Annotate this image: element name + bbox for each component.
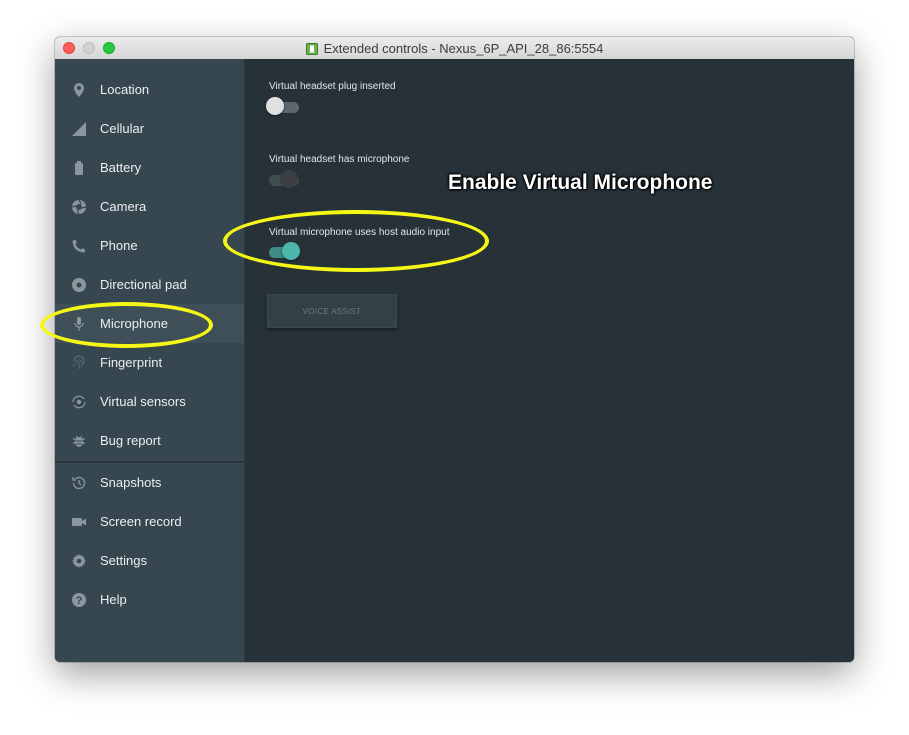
fingerprint-icon (71, 355, 87, 371)
sidebar-item-label: Settings (100, 553, 147, 568)
microphone-panel: Virtual headset plug inserted Virtual he… (245, 59, 854, 662)
history-icon (71, 475, 87, 491)
sidebar-item-label: Battery (100, 160, 142, 175)
highlight-ellipse-sidebar (40, 302, 213, 348)
sidebar-item-snapshots[interactable]: Snapshots (55, 463, 244, 502)
sidebar-item-label: Camera (100, 199, 147, 214)
voice-assist-button[interactable]: VOICE ASSIST (267, 294, 397, 328)
sidebar-item-label: Bug report (100, 433, 161, 448)
app-icon (305, 42, 318, 55)
sidebar-nav: Location Cellular Battery Camera Phone D… (55, 59, 245, 662)
headset-mic-toggle[interactable] (266, 170, 302, 190)
sidebar-item-help[interactable]: ? Help (55, 580, 244, 619)
sidebar-item-camera[interactable]: Camera (55, 187, 244, 226)
sidebar-item-label: Directional pad (100, 277, 187, 292)
title-bar: Extended controls - Nexus_6P_API_28_86:5… (55, 37, 854, 60)
sidebar-item-battery[interactable]: Battery (55, 148, 244, 187)
sidebar-item-settings[interactable]: Settings (55, 541, 244, 580)
headset-mic-label: Virtual headset has microphone (269, 154, 410, 165)
video-camera-icon (71, 514, 87, 530)
sidebar-item-label: Help (100, 592, 127, 607)
sidebar-item-label: Fingerprint (100, 355, 163, 370)
bug-icon (71, 433, 87, 449)
sidebar-item-label: Phone (100, 238, 138, 253)
headset-plug-toggle[interactable] (266, 97, 302, 117)
sidebar-item-screen-record[interactable]: Screen record (55, 502, 244, 541)
sidebar-item-label: Screen record (100, 514, 182, 529)
battery-icon (71, 160, 87, 176)
help-icon: ? (71, 592, 87, 608)
signal-icon (71, 121, 87, 137)
phone-icon (71, 238, 87, 254)
window-title: Extended controls - Nexus_6P_API_28_86:5… (323, 40, 604, 56)
sidebar-item-label: Virtual sensors (100, 394, 186, 409)
sidebar-item-virtual-sensors[interactable]: Virtual sensors (55, 382, 244, 421)
sidebar-item-cellular[interactable]: Cellular (55, 109, 244, 148)
sidebar-item-location[interactable]: Location (55, 70, 244, 109)
window-title-area: Extended controls - Nexus_6P_API_28_86:5… (55, 37, 854, 59)
dpad-icon (71, 277, 87, 293)
sidebar-item-label: Cellular (100, 121, 145, 136)
extended-controls-window: Extended controls - Nexus_6P_API_28_86:5… (55, 37, 854, 662)
annotation-caption: Enable Virtual Microphone (448, 171, 713, 194)
sidebar-item-phone[interactable]: Phone (55, 226, 244, 265)
gear-icon (71, 553, 87, 569)
sidebar-item-label: Location (100, 82, 150, 97)
sidebar-item-fingerprint[interactable]: Fingerprint (55, 343, 244, 382)
camera-shutter-icon (71, 199, 87, 215)
headset-plug-label: Virtual headset plug inserted (269, 81, 396, 92)
sidebar-item-label: Snapshots (100, 475, 162, 490)
sidebar-item-bug-report[interactable]: Bug report (55, 421, 244, 460)
location-pin-icon (71, 82, 87, 98)
sidebar-item-directional-pad[interactable]: Directional pad (55, 265, 244, 304)
rotate-icon (71, 394, 87, 410)
svg-text:?: ? (76, 595, 83, 607)
highlight-ellipse-setting (223, 210, 489, 272)
